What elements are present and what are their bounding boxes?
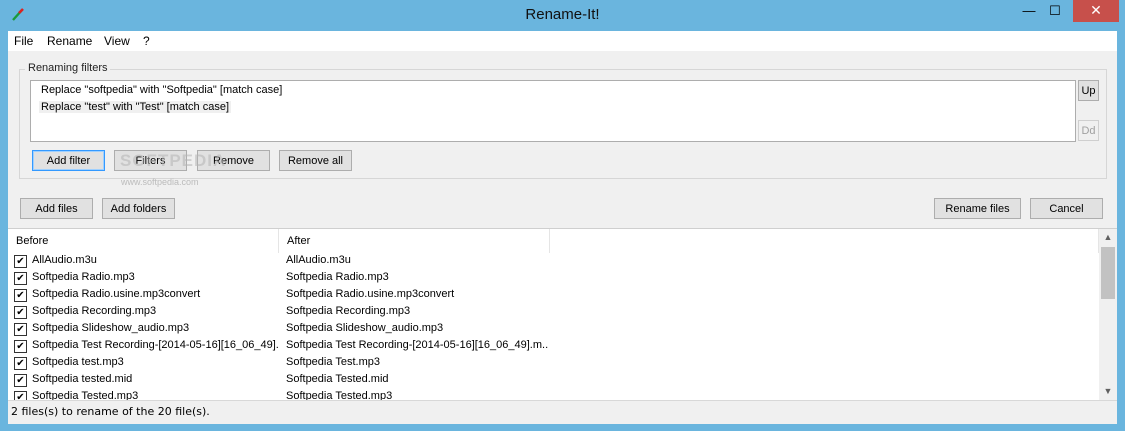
maximize-button[interactable]: ☐: [1042, 0, 1068, 22]
row-checkbox[interactable]: ✔: [14, 391, 27, 400]
table-row[interactable]: ✔ Softpedia test.mp3 Softpedia Test.mp3: [8, 355, 1099, 372]
cancel-button[interactable]: Cancel: [1030, 198, 1103, 219]
table-row[interactable]: ✔ Softpedia Radio.mp3 Softpedia Radio.mp3: [8, 270, 1099, 287]
after-filename: Softpedia Test.mp3: [286, 356, 380, 368]
filter-item[interactable]: Replace "softpedia" with "Softpedia" [ma…: [39, 84, 284, 96]
table-row[interactable]: ✔ AllAudio.m3u AllAudio.m3u: [8, 253, 1099, 270]
row-checkbox[interactable]: ✔: [14, 340, 27, 353]
menu-rename[interactable]: Rename: [47, 34, 92, 48]
row-checkbox[interactable]: ✔: [14, 255, 27, 268]
column-header-before[interactable]: Before: [8, 229, 279, 253]
before-filename: Softpedia Slideshow_audio.mp3: [32, 322, 190, 334]
minimize-button[interactable]: —: [1016, 0, 1042, 22]
row-checkbox[interactable]: ✔: [14, 357, 27, 370]
window-title: Rename-It!: [525, 6, 600, 23]
before-filename: Softpedia Recording.mp3: [32, 305, 157, 317]
before-filename: Softpedia Test Recording-[2014-05-16][16…: [32, 339, 278, 351]
after-filename: Softpedia Radio.usine.mp3convert: [286, 288, 455, 300]
menu-view[interactable]: View: [104, 34, 130, 48]
row-checkbox[interactable]: ✔: [14, 289, 27, 302]
before-filename: Softpedia Radio.usine.mp3convert: [32, 288, 201, 300]
table-row[interactable]: ✔ Softpedia Recording.mp3 Softpedia Record…: [8, 304, 1099, 321]
before-filename: AllAudio.m3u: [32, 254, 97, 266]
before-filename: Softpedia tested.mid: [32, 373, 133, 385]
table-row[interactable]: ✔ Softpedia Slideshow_audio.mp3 Softpedia …: [8, 321, 1099, 338]
scroll-down-arrow-icon[interactable]: ▼: [1099, 383, 1117, 400]
status-text: 2 files(s) to rename of the 20 file(s).: [11, 405, 210, 418]
before-filename: Softpedia Tested.mp3: [32, 390, 139, 400]
after-filename: Softpedia Slideshow_audio.mp3: [286, 322, 444, 334]
add-folders-button[interactable]: Add folders: [102, 198, 175, 219]
scroll-up-arrow-icon[interactable]: ▲: [1099, 229, 1117, 246]
rename-files-button[interactable]: Rename files: [934, 198, 1021, 219]
row-checkbox[interactable]: ✔: [14, 306, 27, 319]
menu-bar: File Rename View ?: [8, 31, 1117, 51]
client-area: File Rename View ? Renaming filters Repl…: [8, 31, 1117, 424]
table-row[interactable]: ✔ Softpedia tested.mid Softpedia Tested.mi…: [8, 372, 1099, 389]
table-row[interactable]: ✔ Softpedia Radio.usine.mp3convert Softped…: [8, 287, 1099, 304]
row-checkbox[interactable]: ✔: [14, 374, 27, 387]
add-filter-button[interactable]: Add filter: [32, 150, 105, 171]
table-row[interactable]: ✔ Softpedia Test Recording-[2014-05-16][1…: [8, 338, 1099, 355]
add-files-button[interactable]: Add files: [20, 198, 93, 219]
status-bar: 2 files(s) to rename of the 20 file(s).: [8, 400, 1117, 424]
filter-item[interactable]: Replace "test" with "Test" [match case]: [39, 101, 232, 113]
filters-button[interactable]: Filters: [114, 150, 187, 171]
app-window: Rename-It! — ☐ ✕ File Rename View ? Rena…: [0, 0, 1125, 431]
menu-file[interactable]: File: [14, 34, 33, 48]
renaming-filters-label: Renaming filters: [25, 62, 111, 74]
after-filename: Softpedia Test Recording-[2014-05-16][16…: [286, 339, 548, 351]
close-button[interactable]: ✕: [1073, 0, 1119, 22]
column-header-after[interactable]: After: [279, 229, 550, 253]
remove-all-button[interactable]: Remove all: [279, 150, 352, 171]
scroll-thumb[interactable]: [1101, 247, 1115, 299]
filter-list[interactable]: Replace "softpedia" with "Softpedia" [ma…: [30, 80, 1076, 142]
row-checkbox[interactable]: ✔: [14, 323, 27, 336]
before-filename: Softpedia Radio.mp3: [32, 271, 135, 283]
move-down-button[interactable]: Dd: [1078, 120, 1099, 141]
move-up-button[interactable]: Up: [1078, 80, 1099, 101]
vertical-scrollbar[interactable]: ▲ ▼: [1099, 229, 1117, 400]
column-header-filler: [550, 229, 1099, 253]
menu-help[interactable]: ?: [143, 34, 150, 48]
after-filename: Softpedia Recording.mp3: [286, 305, 411, 317]
after-filename: Softpedia Radio.mp3: [286, 271, 389, 283]
title-bar[interactable]: Rename-It! — ☐ ✕: [0, 0, 1125, 30]
after-filename: Softpedia Tested.mp3: [286, 390, 393, 400]
after-filename: AllAudio.m3u: [286, 254, 351, 266]
remove-button[interactable]: Remove: [197, 150, 270, 171]
after-filename: Softpedia Tested.mid: [286, 373, 389, 385]
row-checkbox[interactable]: ✔: [14, 272, 27, 285]
table-row[interactable]: ✔ Softpedia Tested.mp3 Softpedia Tested.mp…: [8, 389, 1099, 400]
file-list[interactable]: Before After ✔ AllAudio.m3u AllAudio.m3u ✔ S…: [8, 228, 1117, 400]
before-filename: Softpedia test.mp3: [32, 356, 124, 368]
